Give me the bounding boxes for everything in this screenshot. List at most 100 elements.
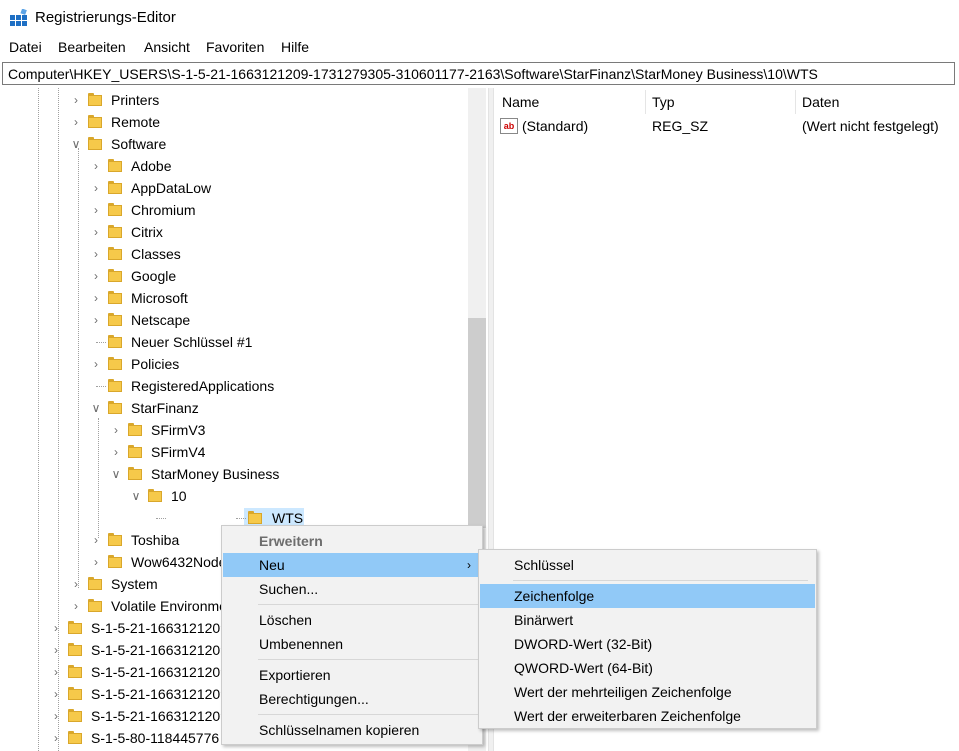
expand-chevron-icon[interactable]: ›: [50, 661, 62, 683]
tree-item-label: Software: [111, 136, 167, 152]
ctx-exportieren[interactable]: Exportieren: [223, 663, 481, 687]
ctx-loeschen[interactable]: Löschen: [223, 608, 481, 632]
tree-item[interactable]: › Policies: [0, 353, 468, 375]
ctx-suchen[interactable]: Suchen...: [223, 577, 481, 601]
tree-item-label: StarFinanz: [131, 400, 199, 416]
expand-chevron-icon[interactable]: ›: [50, 705, 62, 727]
tree-item[interactable]: ∨ StarFinanz: [0, 397, 468, 419]
collapse-chevron-icon[interactable]: ∨: [110, 463, 122, 485]
menu-separator: [258, 659, 478, 660]
window-title: Registrierungs-Editor: [35, 9, 176, 26]
sub-dword[interactable]: DWORD-Wert (32-Bit): [480, 632, 815, 656]
expand-chevron-icon[interactable]: ›: [50, 683, 62, 705]
sub-qword[interactable]: QWORD-Wert (64-Bit): [480, 656, 815, 680]
tree-item[interactable]: ∨ 10: [0, 485, 468, 507]
tree-item-label: Chromium: [131, 202, 196, 218]
tree-item[interactable]: › Printers: [0, 89, 468, 111]
expand-chevron-icon[interactable]: ›: [90, 309, 102, 331]
expand-chevron-icon[interactable]: ›: [50, 617, 62, 639]
value-type[interactable]: REG_SZ: [652, 118, 708, 134]
expand-chevron-icon[interactable]: ›: [90, 287, 102, 309]
column-header-type[interactable]: Typ: [652, 94, 675, 110]
expand-chevron-icon[interactable]: ›: [70, 111, 82, 133]
menu-datei[interactable]: Datei: [9, 39, 42, 55]
folder-icon: [88, 115, 102, 128]
tree-item[interactable]: › Classes: [0, 243, 468, 265]
tree-item[interactable]: ∨ StarMoney Business: [0, 463, 468, 485]
tree-item[interactable]: › Citrix: [0, 221, 468, 243]
registry-editor-icon: [10, 9, 27, 26]
sub-schluessel[interactable]: Schlüssel: [480, 553, 815, 577]
expand-chevron-icon[interactable]: ›: [50, 639, 62, 661]
tree-item[interactable]: › SFirmV4: [0, 441, 468, 463]
tree-item[interactable]: ∨ Software: [0, 133, 468, 155]
expand-chevron-icon[interactable]: ›: [90, 529, 102, 551]
tree-item[interactable]: › Google: [0, 265, 468, 287]
column-divider[interactable]: [645, 90, 646, 114]
tree-item[interactable]: › Adobe: [0, 155, 468, 177]
tree-item-label: Classes: [131, 246, 181, 262]
value-data[interactable]: (Wert nicht festgelegt): [802, 118, 939, 134]
ctx-neu[interactable]: Neu ›: [223, 553, 481, 577]
tree-item[interactable]: › AppDataLow: [0, 177, 468, 199]
expand-chevron-icon[interactable]: ›: [90, 265, 102, 287]
tree-guide-line: [96, 342, 106, 343]
folder-icon: [108, 159, 122, 172]
tree-item-label: SFirmV4: [151, 444, 206, 460]
tree-item-label: Microsoft: [131, 290, 188, 306]
tree-item[interactable]: RegisteredApplications: [0, 375, 468, 397]
tree-item-label: RegisteredApplications: [131, 378, 275, 394]
column-header-name[interactable]: Name: [502, 94, 539, 110]
tree-item-label: Citrix: [131, 224, 163, 240]
expand-chevron-icon[interactable]: ›: [90, 155, 102, 177]
collapse-chevron-icon[interactable]: ∨: [90, 397, 102, 419]
tree-item[interactable]: › Netscape: [0, 309, 468, 331]
address-path[interactable]: Computer\HKEY_USERS\S-1-5-21-1663121209-…: [8, 66, 818, 82]
tree-item-label: 10: [171, 488, 187, 504]
menu-hilfe[interactable]: Hilfe: [281, 39, 309, 55]
expand-chevron-icon[interactable]: ›: [90, 353, 102, 375]
expand-chevron-icon[interactable]: ›: [70, 595, 82, 617]
tree-item[interactable]: › Microsoft: [0, 287, 468, 309]
sub-binaerwert[interactable]: Binärwert: [480, 608, 815, 632]
expand-chevron-icon[interactable]: ›: [90, 243, 102, 265]
menu-separator: [258, 604, 478, 605]
expand-chevron-icon[interactable]: ›: [70, 573, 82, 595]
tree-item-label: System: [111, 576, 158, 592]
value-name[interactable]: (Standard): [522, 118, 588, 134]
expand-chevron-icon[interactable]: ›: [90, 551, 102, 573]
tree-item[interactable]: › Remote: [0, 111, 468, 133]
expand-chevron-icon[interactable]: ›: [90, 221, 102, 243]
ctx-schluesselnamen-kopieren[interactable]: Schlüsselnamen kopieren: [223, 718, 481, 742]
tree-scrollbar-thumb[interactable]: [468, 318, 486, 528]
expand-chevron-icon[interactable]: ›: [90, 177, 102, 199]
expand-chevron-icon[interactable]: ›: [110, 441, 122, 463]
menu-separator: [258, 714, 478, 715]
context-menu: Erweitern Neu › Suchen... Löschen Umbene…: [221, 525, 483, 745]
expand-chevron-icon[interactable]: ›: [110, 419, 122, 441]
tree-item[interactable]: › Chromium: [0, 199, 468, 221]
ctx-berechtigungen[interactable]: Berechtigungen...: [223, 687, 481, 711]
expand-chevron-icon[interactable]: ›: [50, 727, 62, 749]
column-header-data[interactable]: Daten: [802, 94, 839, 110]
menu-bearbeiten[interactable]: Bearbeiten: [58, 39, 126, 55]
sub-multi-string[interactable]: Wert der mehrteiligen Zeichenfolge: [480, 680, 815, 704]
tree-item[interactable]: › SFirmV3: [0, 419, 468, 441]
ctx-erweitern[interactable]: Erweitern: [223, 529, 481, 553]
expand-chevron-icon[interactable]: ›: [70, 89, 82, 111]
tree-item-label: Neuer Schlüssel #1: [131, 334, 253, 350]
column-divider[interactable]: [795, 90, 796, 114]
folder-icon: [108, 555, 122, 568]
expand-chevron-icon[interactable]: ›: [90, 199, 102, 221]
tree-item[interactable]: Neuer Schlüssel #1: [0, 331, 468, 353]
collapse-chevron-icon[interactable]: ∨: [130, 485, 142, 507]
address-bar[interactable]: Computer\HKEY_USERS\S-1-5-21-1663121209-…: [2, 62, 955, 85]
menu-favoriten[interactable]: Favoriten: [206, 39, 264, 55]
folder-icon: [88, 577, 102, 590]
collapse-chevron-icon[interactable]: ∨: [70, 133, 82, 155]
ctx-umbenennen[interactable]: Umbenennen: [223, 632, 481, 656]
menu-ansicht[interactable]: Ansicht: [144, 39, 190, 55]
sub-expand-string[interactable]: Wert der erweiterbaren Zeichenfolge: [480, 704, 815, 728]
ctx-loeschen-label: Löschen: [259, 612, 312, 628]
sub-zeichenfolge[interactable]: Zeichenfolge: [480, 584, 815, 608]
